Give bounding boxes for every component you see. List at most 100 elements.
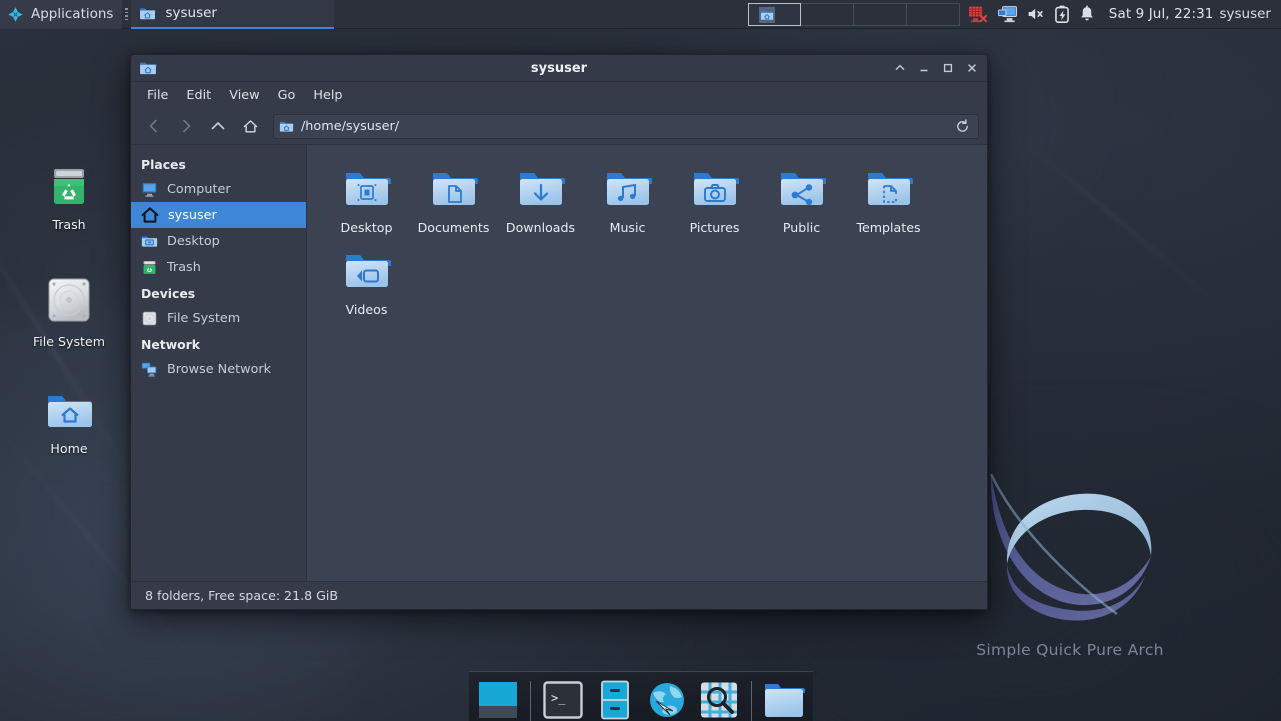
dock-item-show-desktop[interactable] [477,679,519,721]
harddisk-icon [142,311,157,325]
workspace-1[interactable] [747,2,801,26]
file-item-label: Public [782,220,821,235]
file-item-templates[interactable]: Templates [845,157,932,239]
menu-edit[interactable]: Edit [177,85,220,106]
home-icon [243,119,257,132]
file-item-desktop[interactable]: Desktop [323,157,410,239]
file-item-label: Desktop [340,220,393,235]
sidebar-item-browse-network[interactable]: Browse Network [131,356,306,382]
file-item-label: Music [609,220,646,235]
home-button[interactable] [235,113,265,139]
network-icon [141,362,157,377]
desktop-icon-trash[interactable]: Trash [19,163,119,232]
shade-button[interactable] [888,57,911,79]
file-list-view[interactable]: Desktop Documents Downloads Music Pictur… [307,145,987,581]
file-grid: Desktop Documents Downloads Music Pictur… [323,157,977,321]
forward-button[interactable] [171,113,201,139]
menu-file[interactable]: File [138,85,177,106]
template-emblem-folder-icon [867,173,913,205]
panel-handle-icon[interactable] [122,8,131,20]
file-item-label: Videos [345,302,388,317]
notification-bell-icon[interactable] [1079,5,1095,23]
home-icon [141,207,159,223]
show-desktop-icon [478,682,517,718]
harddisk-icon [48,278,90,322]
applications-menu-button[interactable]: Applications [0,0,123,29]
file-item-music[interactable]: Music [584,157,671,239]
workspace-switcher[interactable] [747,0,960,29]
sidebar-item-label: File System [167,310,241,326]
web-browser-icon [649,683,684,717]
trash-icon [143,260,156,274]
close-button[interactable] [960,57,983,79]
sidebar-item-label: Trash [167,259,201,275]
path-entry[interactable]: /home/sysuser/ [273,113,979,139]
back-icon [149,119,157,133]
workspace-2[interactable] [800,2,854,26]
volume-muted-icon[interactable] [1027,6,1045,22]
workspace-4[interactable] [906,2,960,26]
reload-button[interactable] [951,116,973,137]
file-item-downloads[interactable]: Downloads [497,157,584,239]
file-item-videos[interactable]: Videos [323,239,410,321]
battery-charging-icon[interactable] [1054,5,1070,23]
maximize-button[interactable] [936,57,959,79]
clock[interactable]: Sat 9 Jul, 22:31 [1103,6,1220,22]
path-value: /home/sysuser/ [301,118,400,134]
desktop-icon-home[interactable]: Home [19,385,119,456]
workspace-3[interactable] [853,2,907,26]
computer-icon [142,182,157,197]
forward-icon [183,119,191,133]
taskbar-item-label: sysuser [165,5,217,21]
file-item-public[interactable]: Public [758,157,845,239]
menu-help[interactable]: Help [304,85,351,106]
svg-text:>_: >_ [551,691,566,705]
window-body: Places Computer sysuser Desktop Trash De… [131,144,987,581]
display-icon[interactable] [997,5,1018,23]
file-manager-window[interactable]: sysuser File Edit View Go Help /home/sys… [130,54,988,610]
sidebar-item-computer[interactable]: Computer [131,176,306,202]
window-titlebar[interactable]: sysuser [131,55,987,82]
share-emblem-folder-icon [780,173,826,206]
dock-separator-2 [750,681,752,721]
file-manager-icon [764,684,805,717]
dock-item-file-manager[interactable] [763,679,805,721]
file-item-documents[interactable]: Documents [410,157,497,239]
file-item-label: Pictures [689,220,740,235]
minimize-button[interactable] [912,57,935,79]
file-cabinet-icon [600,680,629,720]
sidebar-item-desktop[interactable]: Desktop [131,228,306,254]
sidebar-item-trash[interactable]: Trash [131,254,306,280]
sidebar-item-file-system[interactable]: File System [131,305,306,331]
sidebar-item-label: Computer [167,181,231,197]
panel-spacer [334,0,747,29]
file-item-label: Documents [417,220,490,235]
dock-item-find-files[interactable] [698,679,740,721]
sidebar-item-label: Browse Network [167,361,272,377]
dock-item-file-cabinet[interactable] [594,679,636,721]
panel-username[interactable]: sysuser [1219,6,1281,22]
sidebar-item-label: Desktop [167,233,220,249]
desktop-icon-label: Trash [52,217,86,232]
desktop-folder-icon [141,235,158,247]
network-disconnected-icon[interactable] [968,5,988,23]
parent-folder-button[interactable] [203,113,233,139]
back-button[interactable] [139,113,169,139]
window-controls [888,57,983,79]
download-emblem-folder-icon [519,173,565,205]
menu-view[interactable]: View [220,85,268,106]
file-item-pictures[interactable]: Pictures [671,157,758,239]
dock-item-web-browser[interactable] [646,679,688,721]
file-item-label: Templates [856,220,921,235]
desktop-icon-file-system[interactable]: File System [19,272,119,349]
menu-go[interactable]: Go [269,85,305,106]
desktop-emblem-folder-icon [345,173,391,205]
sidebar-item-sysuser[interactable]: sysuser [131,202,306,228]
desktop-icon-label: File System [32,334,106,349]
camera-emblem-folder-icon [693,173,739,205]
parent-folder-icon [211,122,225,130]
taskbar-item-sysuser[interactable]: sysuser [131,0,335,29]
find-files-icon [700,682,737,718]
dock-item-terminal[interactable]: >_ [542,679,584,721]
maximize-icon [943,63,952,73]
